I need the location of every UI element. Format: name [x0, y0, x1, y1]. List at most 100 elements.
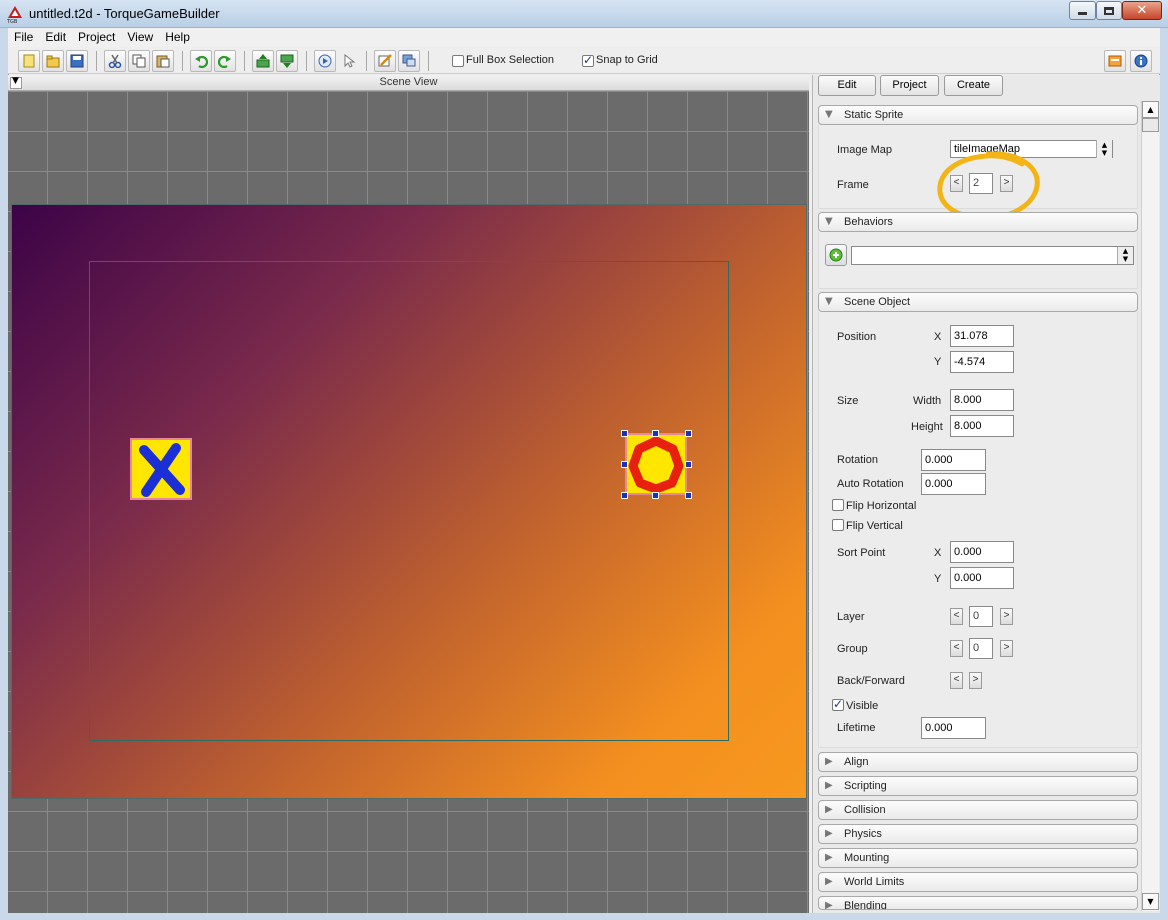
tab-create[interactable]: Create — [944, 75, 1003, 96]
info-button[interactable] — [1130, 50, 1152, 72]
menu-view[interactable]: View — [121, 28, 159, 47]
open-button[interactable] — [42, 50, 64, 72]
window-bottom-border — [8, 913, 1160, 920]
group-prev-button[interactable]: < — [950, 640, 963, 657]
scissors-icon — [108, 54, 122, 68]
close-button[interactable]: ✕ — [1122, 1, 1162, 20]
group-value[interactable]: 0 — [969, 638, 993, 659]
section-scripting[interactable]: ▶ Scripting — [818, 776, 1138, 796]
save-button[interactable] — [66, 50, 88, 72]
tab-edit[interactable]: Edit — [818, 75, 876, 96]
menu-edit[interactable]: Edit — [39, 28, 72, 47]
save-icon — [70, 54, 84, 68]
section-static-sprite[interactable]: ▼ Static Sprite — [818, 105, 1138, 125]
selection-handle[interactable] — [621, 492, 628, 499]
panel-scrollbar[interactable]: ▲ ▼ — [1141, 101, 1159, 911]
move-up-button[interactable] — [252, 50, 274, 72]
new-button[interactable] — [18, 50, 40, 72]
play-button[interactable] — [314, 50, 336, 72]
select-tool-button[interactable] — [338, 50, 360, 72]
selection-handle[interactable] — [621, 461, 628, 468]
redo-button[interactable] — [214, 50, 236, 72]
pencil-icon — [378, 54, 392, 67]
console-button[interactable] — [1104, 50, 1126, 72]
monitor-icon — [402, 54, 416, 67]
console-icon — [1108, 55, 1122, 67]
position-x-label: X — [934, 331, 942, 343]
menu-help[interactable]: Help — [159, 28, 196, 47]
tab-project[interactable]: Project — [880, 75, 939, 96]
paste-button[interactable] — [152, 50, 174, 72]
section-align[interactable]: ▶ Align — [818, 752, 1138, 772]
section-blending[interactable]: ▶ Blending — [818, 896, 1138, 910]
maximize-button[interactable] — [1096, 1, 1122, 20]
add-behavior-button[interactable] — [825, 244, 847, 266]
flip-vertical-checkbox[interactable] — [832, 519, 844, 531]
selection-handle[interactable] — [685, 461, 692, 468]
expand-arrow-icon: ▶ — [825, 876, 833, 887]
section-physics[interactable]: ▶ Physics — [818, 824, 1138, 844]
new-file-icon — [23, 54, 35, 68]
selection-handle[interactable] — [652, 492, 659, 499]
layer-prev-button[interactable]: < — [950, 608, 963, 625]
scroll-down-button[interactable]: ▼ — [1142, 893, 1159, 910]
collapse-arrow-icon: ▼ — [825, 109, 833, 120]
width-input[interactable]: 8.000 — [950, 389, 1014, 411]
selection-handle[interactable] — [652, 430, 659, 437]
toolbar: Full Box Selection Snap to Grid — [8, 47, 1160, 74]
position-y-input[interactable]: -4.574 — [950, 351, 1014, 373]
visible-label: Visible — [846, 700, 879, 712]
group-next-button[interactable]: > — [1000, 640, 1013, 657]
flip-horizontal-label: Flip Horizontal — [846, 500, 917, 512]
minimize-button[interactable] — [1069, 1, 1096, 20]
section-title: Behaviors — [844, 216, 893, 228]
sort-y-input[interactable]: 0.000 — [950, 567, 1014, 589]
move-down-button[interactable] — [276, 50, 298, 72]
scene-view-header: Scene View — [8, 75, 809, 91]
expand-arrow-icon: ▶ — [825, 780, 833, 791]
lifetime-input[interactable]: 0.000 — [921, 717, 986, 739]
play-icon — [318, 54, 332, 68]
collapse-arrow-icon: ▼ — [825, 296, 833, 307]
height-input[interactable]: 8.000 — [950, 415, 1014, 437]
flip-horizontal-checkbox[interactable] — [832, 499, 844, 511]
menu-project[interactable]: Project — [72, 28, 121, 47]
layer-value[interactable]: 0 — [969, 606, 993, 627]
rotation-input[interactable]: 0.000 — [921, 449, 986, 471]
preview-button[interactable] — [398, 50, 420, 72]
width-label: Width — [913, 395, 942, 407]
expand-arrow-icon: ▶ — [825, 804, 833, 815]
send-back-button[interactable]: < — [950, 672, 963, 689]
section-collision[interactable]: ▶ Collision — [818, 800, 1138, 820]
sort-point-label: Sort Point — [837, 547, 886, 559]
layer-next-button[interactable]: > — [1000, 608, 1013, 625]
x-tile-sprite[interactable] — [130, 438, 192, 500]
auto-rotation-input[interactable]: 0.000 — [921, 473, 986, 495]
selection-handle[interactable] — [621, 430, 628, 437]
behaviors-select[interactable]: ▲ ▼ — [851, 246, 1134, 265]
chevron-down-icon: ▼ — [12, 76, 19, 86]
section-scene-object[interactable]: ▼ Scene Object — [818, 292, 1138, 312]
scroll-thumb[interactable] — [1142, 118, 1159, 132]
section-mounting[interactable]: ▶ Mounting — [818, 848, 1138, 868]
scene-view-dropdown[interactable]: ▼ — [10, 76, 22, 89]
select-arrows-icon: ▲ ▼ — [1117, 247, 1133, 264]
position-x-input[interactable]: 31.078 — [950, 325, 1014, 347]
selection-handle[interactable] — [685, 492, 692, 499]
snap-to-grid-checkbox[interactable] — [582, 53, 594, 67]
image-map-label: Image Map — [837, 144, 893, 156]
o-tile-sprite[interactable] — [625, 433, 687, 495]
full-box-selection-checkbox[interactable] — [452, 55, 464, 67]
edit-script-button[interactable] — [374, 50, 396, 72]
selection-handle[interactable] — [685, 430, 692, 437]
visible-checkbox[interactable] — [832, 697, 844, 711]
scroll-up-button[interactable]: ▲ — [1142, 101, 1159, 118]
menu-file[interactable]: File — [8, 28, 39, 47]
copy-button[interactable] — [128, 50, 150, 72]
cut-button[interactable] — [104, 50, 126, 72]
sort-x-input[interactable]: 0.000 — [950, 541, 1014, 563]
undo-button[interactable] — [190, 50, 212, 72]
bring-forward-button[interactable]: > — [969, 672, 982, 689]
section-world-limits[interactable]: ▶ World Limits — [818, 872, 1138, 892]
section-behaviors[interactable]: ▼ Behaviors — [818, 212, 1138, 232]
